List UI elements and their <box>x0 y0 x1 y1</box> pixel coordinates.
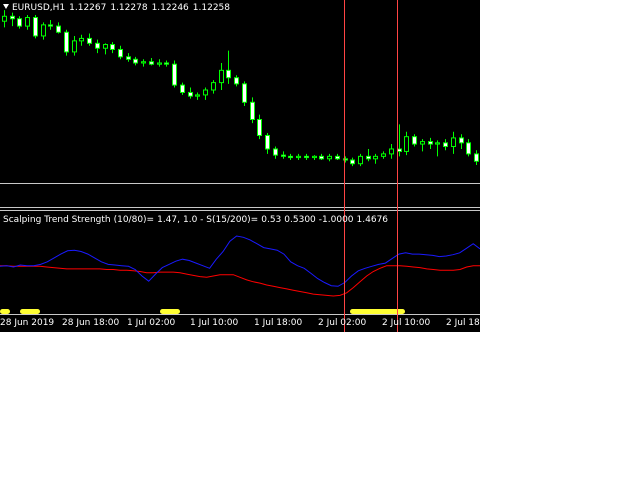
candle <box>288 153 293 161</box>
dropdown-triangle-icon[interactable] <box>3 4 9 9</box>
candle <box>296 153 301 161</box>
symbol-label: EURUSD,H1 <box>12 3 66 13</box>
candlesticks <box>2 10 479 167</box>
candle <box>443 139 448 151</box>
candle <box>250 97 255 124</box>
candle <box>10 12 15 27</box>
candle <box>327 153 332 162</box>
low-price: 1.12246 <box>151 3 189 13</box>
candle <box>404 131 409 156</box>
candle <box>397 124 402 157</box>
signal-bar <box>350 309 405 314</box>
candle <box>64 29 69 56</box>
candle <box>428 137 433 149</box>
candle <box>226 50 231 84</box>
candle <box>103 43 108 55</box>
indicator-value-1: 1.47, <box>157 215 180 225</box>
candle <box>312 155 317 161</box>
indicator-name: Scalping Trend Strength <box>3 215 111 225</box>
signal-bar <box>0 309 10 314</box>
time-tick-2: 28 Jun 18:00 <box>62 318 120 328</box>
indicator-header: Scalping Trend Strength (10/80)= 1.47, 1.0 … <box>3 214 391 226</box>
chart-header: EURUSD,H1 1.12267 1.12278 1.12246 1.12258 <box>3 2 234 14</box>
time-tick-1: 28 Jun 2019 <box>0 318 55 328</box>
candle <box>48 19 53 30</box>
candle <box>435 140 440 157</box>
candle <box>141 59 146 67</box>
candle <box>273 146 278 159</box>
candle <box>474 150 479 165</box>
candle <box>319 153 324 161</box>
candle <box>157 59 162 67</box>
time-tick-5: 1 Jul 18:00 <box>254 318 303 328</box>
candle <box>126 53 131 62</box>
candle <box>459 134 464 149</box>
candle <box>219 62 224 90</box>
candle <box>172 60 177 88</box>
candle <box>265 133 270 154</box>
candle <box>304 153 309 161</box>
candle <box>350 157 355 167</box>
indicator-value-2: 1.0 - S(15/200)= <box>183 215 259 225</box>
candle <box>33 15 38 39</box>
candle <box>188 87 193 99</box>
candle <box>133 56 138 66</box>
indicator-value-6: 1.4676 <box>356 215 389 225</box>
red-line <box>0 265 480 297</box>
candle <box>56 22 61 34</box>
candle <box>79 34 84 46</box>
candle <box>366 148 371 162</box>
candle <box>17 16 22 29</box>
time-tick-4: 1 Jul 10:00 <box>190 318 239 328</box>
close-price: 1.12258 <box>192 3 230 13</box>
candle <box>195 92 200 100</box>
candle <box>466 139 471 157</box>
candle <box>242 81 247 106</box>
candle <box>234 75 239 87</box>
candle <box>358 153 363 167</box>
signal-bar <box>160 309 180 314</box>
candle <box>211 80 216 94</box>
candle <box>41 22 46 40</box>
candle <box>451 131 456 154</box>
candle <box>381 151 386 159</box>
candle <box>335 153 340 161</box>
time-tick-8: 2 Jul 18: <box>446 318 480 328</box>
signal-bar <box>20 309 40 314</box>
time-tick-3: 1 Jul 02:00 <box>127 318 176 328</box>
indicator-value-4: 0.5300 <box>284 215 316 225</box>
high-price: 1.12278 <box>110 3 148 13</box>
candle <box>72 35 77 56</box>
indicator-value-5: -1.0000 <box>318 215 354 225</box>
candle <box>164 60 169 67</box>
candle <box>373 153 378 164</box>
candle <box>412 134 417 147</box>
candle <box>87 33 92 46</box>
candle <box>25 15 30 30</box>
indicator-params: (10/80)= <box>113 215 155 225</box>
indicator-value-3: 0.53 <box>261 215 282 225</box>
candle <box>95 39 100 54</box>
candle <box>110 42 115 54</box>
candle <box>257 114 262 140</box>
candle <box>420 139 425 152</box>
time-tick-6: 2 Jul 02:00 <box>318 318 367 328</box>
price-chart[interactable] <box>0 0 480 332</box>
candle <box>149 58 154 66</box>
candle <box>389 144 394 159</box>
blue-line <box>0 235 480 287</box>
time-tick-7: 2 Jul 10:00 <box>382 318 431 328</box>
open-price: 1.12267 <box>69 3 107 13</box>
candle <box>281 151 286 159</box>
chart-window[interactable]: EURUSD,H1 1.12267 1.12278 1.12246 1.12258 Sc… <box>0 0 480 332</box>
candle <box>118 45 123 60</box>
candle <box>180 82 185 95</box>
candle <box>203 87 208 100</box>
